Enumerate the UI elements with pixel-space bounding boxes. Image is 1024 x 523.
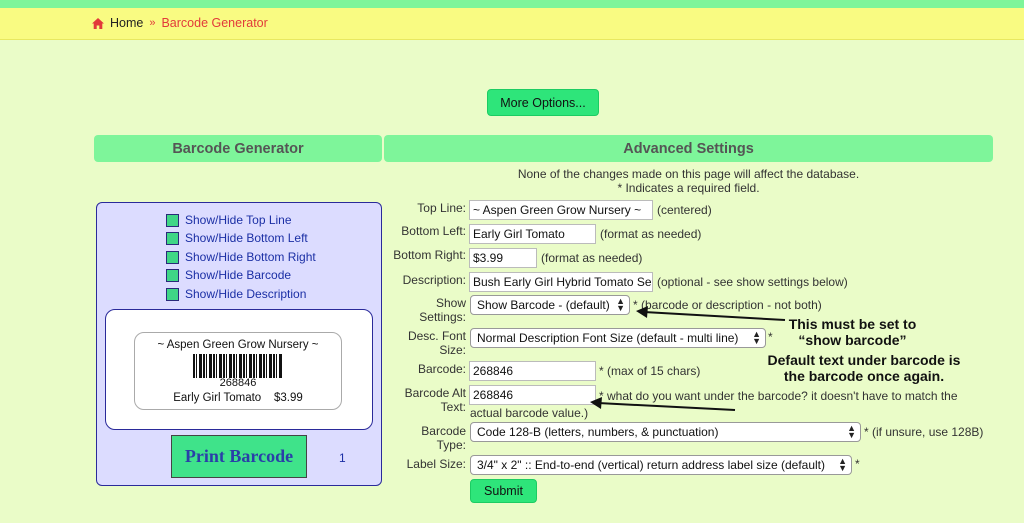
arrow-to-barcode-alt <box>597 402 736 411</box>
annotation-1-line-1: This must be set to <box>788 316 917 332</box>
annotation-default-text: Default text under barcode is the barcode… <box>752 352 976 384</box>
annotation-1-line-2: “show barcode” <box>798 332 907 348</box>
annotation-show-barcode: This must be set to “show barcode” <box>770 316 935 348</box>
arrow-head-icon <box>636 306 648 318</box>
annotation-2-line-1: Default text under barcode is <box>767 352 961 368</box>
annotation-arrows <box>590 306 786 411</box>
annotation-2-line-2: the barcode once again. <box>783 368 945 384</box>
arrow-to-show-settings <box>643 311 786 321</box>
arrow-head-icon <box>590 397 602 409</box>
